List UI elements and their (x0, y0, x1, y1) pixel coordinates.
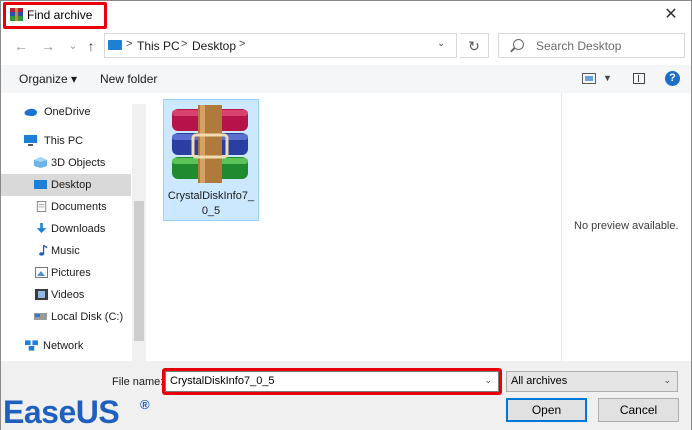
sidebar-scroll-thumb[interactable] (134, 201, 144, 341)
logo-text-us: US (75, 394, 120, 430)
open-button[interactable]: Open (506, 398, 587, 422)
file-name-label: CrystalDiskInfo7_ 0_5 (163, 189, 259, 219)
winrar-archive-icon (172, 105, 248, 183)
sidebar-item-label: Downloads (51, 223, 106, 235)
videos-icon (35, 289, 48, 300)
file-name-highlight-box (162, 368, 502, 395)
sidebar-item-documents[interactable]: Documents (1, 196, 131, 218)
sidebar-item-local-disk[interactable]: Local Disk (C:) (1, 306, 131, 328)
preview-message: No preview available. (574, 220, 679, 232)
sidebar-item-label: OneDrive (44, 106, 91, 118)
documents-icon (36, 201, 47, 212)
computer-icon (24, 135, 37, 146)
chevron-down-icon[interactable]: ⌄ (663, 375, 671, 386)
cancel-button[interactable]: Cancel (598, 398, 679, 422)
sidebar-item-label: Local Disk (C:) (51, 311, 124, 323)
up-button[interactable]: ↑ (81, 36, 101, 56)
music-icon (39, 245, 48, 256)
close-button[interactable]: ✕ (657, 4, 685, 26)
registered-mark: ® (140, 397, 150, 412)
downloads-icon (36, 223, 47, 234)
pictures-icon (35, 267, 48, 278)
desktop-icon (34, 180, 47, 189)
sidebar-item-videos[interactable]: Videos (1, 284, 131, 306)
sidebar-item-label: 3D Objects (51, 157, 106, 169)
sidebar-item-label: Desktop (51, 179, 92, 191)
sidebar-item-downloads[interactable]: Downloads (1, 218, 131, 240)
file-name-line: 0_5 (201, 205, 221, 217)
forward-button[interactable]: → (38, 36, 58, 56)
preview-divider[interactable] (561, 93, 562, 361)
sidebar-item-music[interactable]: Music (1, 240, 131, 262)
command-toolbar: Organize ▾ New folder ▼ ? (1, 65, 691, 93)
help-icon[interactable]: ? (665, 71, 680, 86)
preview-pane-icon[interactable] (633, 73, 645, 84)
search-input[interactable] (536, 39, 676, 53)
address-bar[interactable]: > This PC > Desktop > ⌄ (104, 33, 457, 58)
breadcrumb-separator[interactable]: > (181, 38, 187, 50)
file-type-select[interactable]: All archives ⌄ (506, 371, 678, 392)
search-icon (513, 39, 524, 50)
refresh-button[interactable]: ↻ (460, 33, 489, 58)
sidebar-item-desktop[interactable]: Desktop (1, 174, 131, 196)
sidebar-item-this-pc[interactable]: This PC (1, 130, 131, 152)
title-highlight-box (3, 2, 107, 29)
breadcrumb-separator[interactable]: > (126, 38, 132, 50)
chevron-down-icon[interactable]: ⌄ (437, 38, 445, 49)
file-type-value: All archives (511, 375, 568, 387)
sidebar-item-label: Pictures (51, 267, 91, 279)
breadcrumb-this-pc[interactable]: This PC (137, 39, 180, 53)
sidebar-item-label: Videos (51, 289, 85, 301)
new-folder-button[interactable]: New folder (100, 72, 157, 86)
change-view-icon[interactable] (582, 73, 596, 84)
onedrive-icon (24, 108, 37, 117)
organize-button[interactable]: Organize ▾ (19, 72, 77, 86)
sidebar-item-label: Documents (51, 201, 107, 213)
file-name-label: File name: (112, 376, 164, 388)
sidebar-item-network[interactable]: Network (1, 335, 131, 357)
logo-text-ease: Ease (3, 394, 76, 430)
sidebar-item-label: Network (43, 340, 84, 352)
sidebar-item-onedrive[interactable]: OneDrive (1, 101, 131, 123)
view-dropdown-icon[interactable]: ▼ (603, 73, 612, 83)
sidebar-item-pictures[interactable]: Pictures (1, 262, 131, 284)
breadcrumb-desktop[interactable]: Desktop (192, 39, 236, 53)
network-icon (25, 340, 38, 351)
3d-objects-icon (34, 157, 47, 168)
search-box[interactable] (498, 33, 685, 58)
sidebar-item-label: This PC (44, 135, 84, 147)
sidebar-item-3d-objects[interactable]: 3D Objects (1, 152, 131, 174)
drive-icon (34, 313, 47, 320)
computer-icon (108, 40, 122, 50)
find-archive-dialog: Find archive ✕ ← → ⌄ ↑ > This PC > Deskt… (0, 0, 692, 430)
sidebar-item-label: Music (51, 245, 80, 257)
breadcrumb-separator[interactable]: > (239, 38, 245, 50)
easeus-logo: EaseUS (3, 394, 120, 430)
recent-dropdown-icon[interactable]: ⌄ (63, 36, 83, 56)
back-button[interactable]: ← (11, 36, 31, 56)
file-name-line: CrystalDiskInfo7_ (167, 190, 255, 202)
